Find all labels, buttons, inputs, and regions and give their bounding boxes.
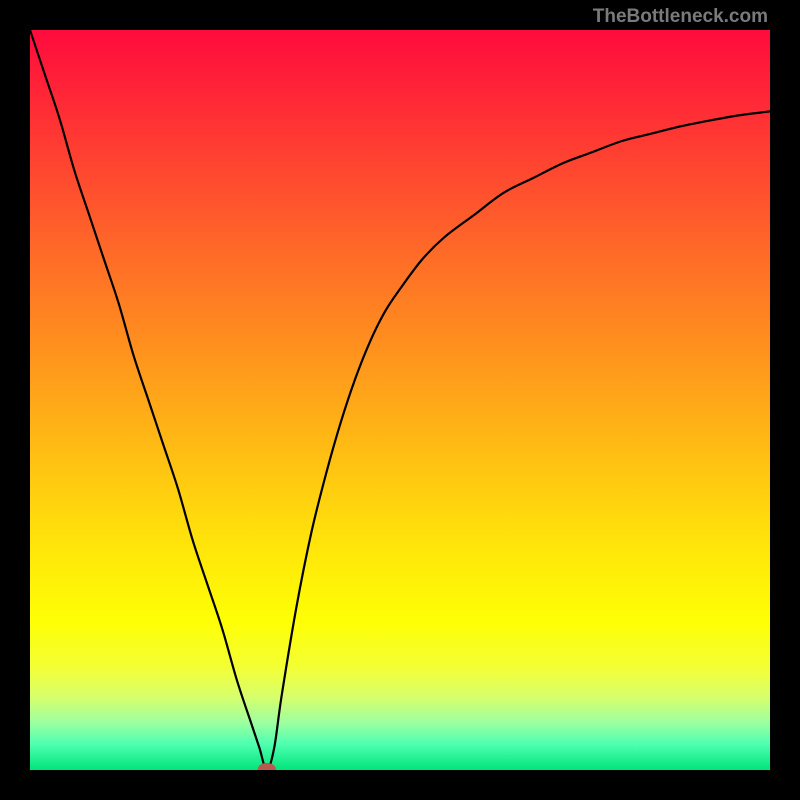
chart-frame: TheBottleneck.com [0,0,800,800]
plot-area [30,30,770,770]
watermark-text: TheBottleneck.com [593,6,768,28]
bottleneck-curve [30,30,770,770]
curve-layer [30,30,770,770]
minimum-marker [258,763,276,770]
